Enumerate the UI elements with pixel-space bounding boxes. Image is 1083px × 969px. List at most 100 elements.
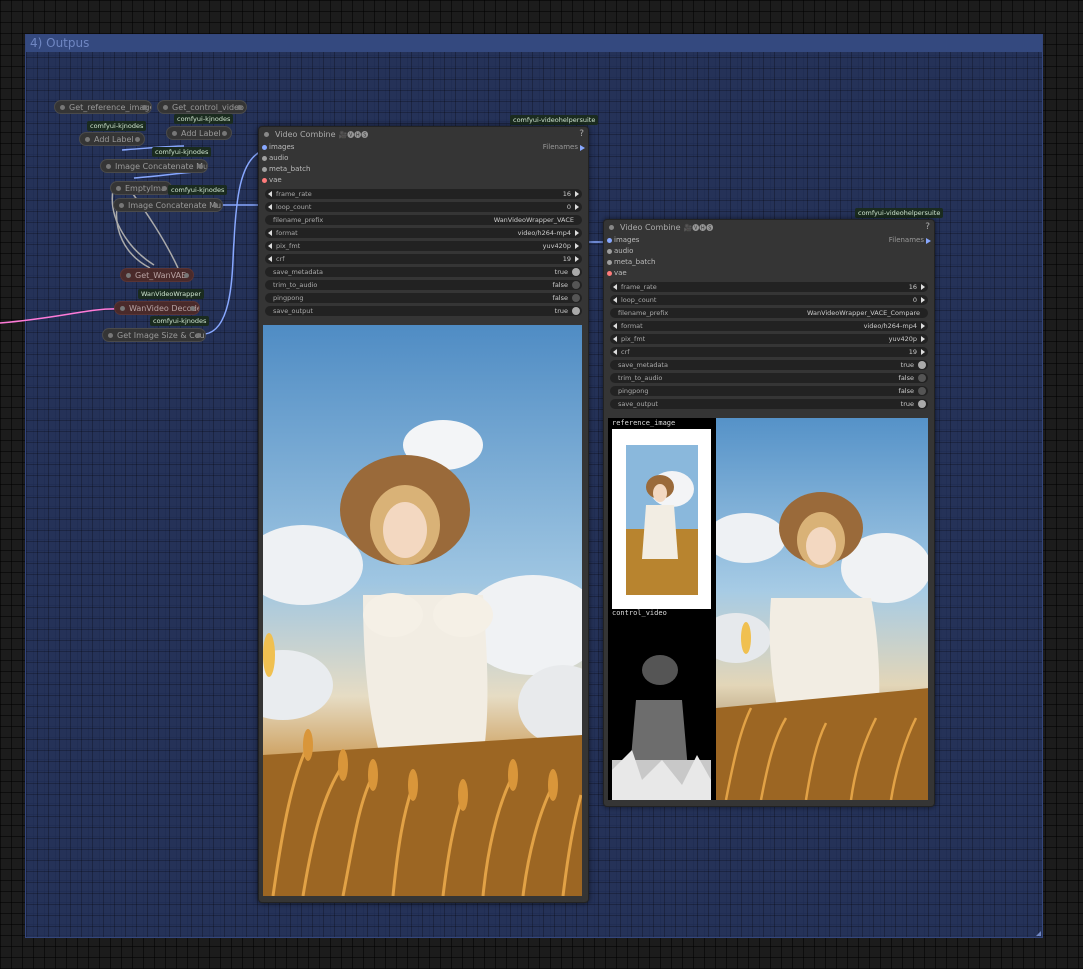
output-filenames-label: Filenames bbox=[542, 143, 578, 151]
decrement-icon[interactable] bbox=[268, 191, 272, 197]
save-metadata-toggle[interactable]: save_metadata true bbox=[610, 360, 928, 370]
help-icon[interactable]: ? bbox=[579, 127, 584, 142]
toggle-knob-icon[interactable] bbox=[918, 400, 926, 408]
input-audio[interactable]: audio bbox=[604, 246, 934, 257]
frame-rate-widget[interactable]: frame_rate 16 bbox=[610, 282, 928, 292]
get-control-video-node[interactable]: Get_control_video bbox=[157, 100, 247, 114]
collapse-dot-icon[interactable] bbox=[264, 132, 269, 137]
widget-value: true bbox=[554, 307, 568, 315]
output-socket-icon[interactable] bbox=[580, 145, 585, 151]
pingpong-toggle[interactable]: pingpong false bbox=[610, 386, 928, 396]
input-label: audio bbox=[269, 154, 289, 162]
decrement-icon[interactable] bbox=[268, 230, 272, 236]
input-label: vae bbox=[269, 176, 282, 184]
widget-label: loop_count bbox=[621, 296, 657, 304]
add-label-node-1[interactable]: Add Label bbox=[79, 132, 145, 146]
widget-value: true bbox=[554, 268, 568, 276]
kjnodes-badge: comfyui-kjnodes bbox=[87, 121, 147, 131]
node-title[interactable]: Video Combine 🎥🅥🅗🅢 ? bbox=[259, 127, 588, 142]
video-preview-image[interactable] bbox=[263, 325, 582, 896]
input-label: audio bbox=[614, 247, 634, 255]
video-combine-node-1[interactable]: Video Combine 🎥🅥🅗🅢 ? images Filenames audi… bbox=[258, 126, 589, 903]
toggle-knob-icon[interactable] bbox=[572, 281, 580, 289]
add-label-node-2[interactable]: Add Label bbox=[166, 126, 232, 140]
increment-icon[interactable] bbox=[921, 349, 925, 355]
control-video-frame bbox=[612, 620, 711, 800]
increment-icon[interactable] bbox=[921, 336, 925, 342]
node-label: Image Concatenate Mu bbox=[128, 201, 222, 210]
decrement-icon[interactable] bbox=[613, 336, 617, 342]
widget-label: pix_fmt bbox=[621, 335, 646, 343]
increment-icon[interactable] bbox=[575, 204, 579, 210]
pix-fmt-widget[interactable]: pix_fmt yuv420p bbox=[610, 334, 928, 344]
toggle-knob-icon[interactable] bbox=[918, 374, 926, 382]
save-output-toggle[interactable]: save_output true bbox=[610, 399, 928, 409]
widget-label: format bbox=[621, 322, 643, 330]
input-images[interactable]: images Filenames bbox=[604, 235, 934, 246]
kjnodes-badge: comfyui-kjnodes bbox=[168, 185, 228, 195]
crf-widget[interactable]: crf 19 bbox=[265, 254, 582, 264]
trim-to-audio-toggle[interactable]: trim_to_audio false bbox=[610, 373, 928, 383]
widget-label: format bbox=[276, 229, 298, 237]
input-meta-batch[interactable]: meta_batch bbox=[259, 164, 588, 175]
toggle-knob-icon[interactable] bbox=[918, 361, 926, 369]
increment-icon[interactable] bbox=[575, 256, 579, 262]
decrement-icon[interactable] bbox=[268, 243, 272, 249]
input-label: meta_batch bbox=[269, 165, 311, 173]
increment-icon[interactable] bbox=[921, 284, 925, 290]
output-socket-icon[interactable] bbox=[926, 238, 931, 244]
pingpong-toggle[interactable]: pingpong false bbox=[265, 293, 582, 303]
decrement-icon[interactable] bbox=[613, 349, 617, 355]
widget-value: yuv420p bbox=[542, 242, 571, 250]
get-image-size-node[interactable]: Get Image Size & Cou bbox=[102, 328, 206, 342]
video-combine-node-2[interactable]: Video Combine 🎥🅥🅗🅢 ? images Filenames audi… bbox=[603, 219, 935, 807]
loop-count-widget[interactable]: loop_count 0 bbox=[265, 202, 582, 212]
decrement-icon[interactable] bbox=[613, 323, 617, 329]
widget-value: false bbox=[898, 374, 914, 382]
decrement-icon[interactable] bbox=[613, 284, 617, 290]
filename-prefix-widget[interactable]: filename_prefix WanVideoWrapper_VACE_Comp… bbox=[610, 308, 928, 318]
crf-widget[interactable]: crf 19 bbox=[610, 347, 928, 357]
wanvideo-decode-node[interactable]: WanVideo Decode bbox=[114, 301, 200, 315]
pix-fmt-widget[interactable]: pix_fmt yuv420p bbox=[265, 241, 582, 251]
increment-icon[interactable] bbox=[575, 243, 579, 249]
image-concatenate-node-2[interactable]: Image Concatenate Mu bbox=[113, 198, 223, 212]
decrement-icon[interactable] bbox=[268, 256, 272, 262]
node-title[interactable]: Video Combine 🎥🅥🅗🅢 ? bbox=[604, 220, 934, 235]
get-wanvae-node[interactable]: Get_WanVAE bbox=[120, 268, 194, 282]
image-concatenate-node-1[interactable]: Image Concatenate Mu bbox=[100, 159, 208, 173]
collapse-dot-icon[interactable] bbox=[609, 225, 614, 230]
input-images[interactable]: images Filenames bbox=[259, 142, 588, 153]
increment-icon[interactable] bbox=[575, 191, 579, 197]
get-reference-image-node[interactable]: Get_reference_image bbox=[54, 100, 152, 114]
increment-icon[interactable] bbox=[921, 297, 925, 303]
widget-value: false bbox=[552, 281, 568, 289]
increment-icon[interactable] bbox=[575, 230, 579, 236]
save-metadata-toggle[interactable]: save_metadata true bbox=[265, 267, 582, 277]
toggle-knob-icon[interactable] bbox=[918, 387, 926, 395]
widget-value: 0 bbox=[912, 296, 917, 304]
save-output-toggle[interactable]: save_output true bbox=[265, 306, 582, 316]
input-audio[interactable]: audio bbox=[259, 153, 588, 164]
empty-image-node[interactable]: EmptyIma bbox=[110, 181, 172, 195]
widget-label: crf bbox=[276, 255, 285, 263]
filename-prefix-widget[interactable]: filename_prefix WanVideoWrapper_VACE bbox=[265, 215, 582, 225]
decrement-icon[interactable] bbox=[268, 204, 272, 210]
toggle-knob-icon[interactable] bbox=[572, 268, 580, 276]
input-vae[interactable]: vae bbox=[604, 268, 934, 279]
frame-rate-widget[interactable]: frame_rate 16 bbox=[265, 189, 582, 199]
increment-icon[interactable] bbox=[921, 323, 925, 329]
loop-count-widget[interactable]: loop_count 0 bbox=[610, 295, 928, 305]
help-icon[interactable]: ? bbox=[925, 220, 930, 235]
format-widget[interactable]: format video/h264-mp4 bbox=[265, 228, 582, 238]
widget-value: video/h264-mp4 bbox=[863, 322, 917, 330]
format-widget[interactable]: format video/h264-mp4 bbox=[610, 321, 928, 331]
input-vae[interactable]: vae bbox=[259, 175, 588, 186]
trim-to-audio-toggle[interactable]: trim_to_audio false bbox=[265, 280, 582, 290]
toggle-knob-icon[interactable] bbox=[572, 307, 580, 315]
decrement-icon[interactable] bbox=[613, 297, 617, 303]
input-meta-batch[interactable]: meta_batch bbox=[604, 257, 934, 268]
widget-value: 16 bbox=[908, 283, 917, 291]
toggle-knob-icon[interactable] bbox=[572, 294, 580, 302]
comparison-preview[interactable]: reference_image control_video bbox=[608, 418, 928, 800]
